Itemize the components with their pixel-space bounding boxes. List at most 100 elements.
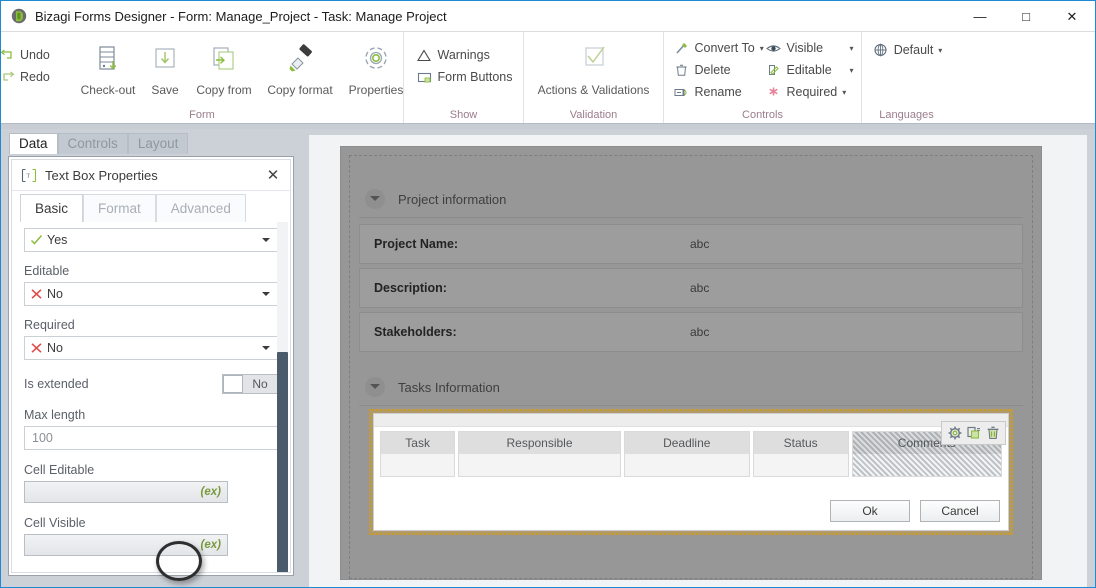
grid-column-status[interactable]: Status [752,431,849,477]
section-header[interactable]: Project information [359,181,1023,218]
grid-column-responsible[interactable]: Responsible [458,431,621,477]
chevron-down-icon[interactable]: ▾ [842,88,846,97]
properties-button[interactable]: Properties [340,36,412,97]
grid-delete-icon[interactable] [983,424,1002,442]
column-header[interactable]: Deadline [624,432,749,454]
max-length-input[interactable]: 100 [24,426,278,450]
check-out-button[interactable]: Check-out [74,36,142,97]
copy-format-label: Copy format [267,83,333,97]
convert-to-icon [672,40,692,56]
cell-editable-expression-field[interactable]: (ex) [24,481,228,503]
undo-button[interactable]: Undo [1,44,74,66]
tasks-grid[interactable]: Task Responsible Deadline Status Comment… [373,413,1009,531]
panel-scrollbar-track[interactable] [277,222,288,572]
chevron-down-icon[interactable]: ▾ [835,66,853,75]
undo-icon [1,47,17,63]
cross-red-icon [25,342,47,354]
form-row-description[interactable]: Description: abc [359,268,1023,308]
tab-format[interactable]: Format [83,194,156,222]
chevron-down-icon[interactable] [262,346,270,350]
field-required: Required No [12,318,290,360]
save-label: Save [151,83,179,97]
required-button[interactable]: Required ▾ [759,81,859,103]
cancel-button[interactable]: Cancel [920,500,1000,522]
grid-duplicate-icon[interactable] [964,424,983,442]
tab-data[interactable]: Data [9,133,58,154]
chevron-down-icon[interactable] [262,238,270,242]
editable-value: No [47,287,63,301]
window-title: Bizagi Forms Designer - Form: Manage_Pro… [35,8,447,24]
visible-combo[interactable]: Yes [24,228,278,252]
tasks-grid-selection-frame[interactable]: Task Responsible Deadline Status Comment… [369,409,1013,535]
column-cell[interactable] [459,454,620,476]
textbox-icon: T [21,168,37,182]
delete-button[interactable]: Delete [667,59,759,81]
tab-advanced[interactable]: Advanced [155,194,246,222]
editable-combo[interactable]: No [24,282,278,306]
column-cell[interactable] [852,454,1001,476]
required-combo[interactable]: No [24,336,278,360]
field-cell-editable: Cell Editable (ex) [12,463,290,503]
chevron-down-icon[interactable]: ▾ [938,46,942,55]
column-header[interactable]: Status [753,432,848,454]
form-buttons-button[interactable]: Form Buttons [409,66,517,88]
rename-button[interactable]: Rename [667,81,759,103]
expression-button-label[interactable]: (ex) [201,539,221,551]
visible-label: Visible [786,41,824,55]
close-button[interactable]: ✕ [1049,1,1095,31]
chevron-down-icon[interactable] [365,377,385,397]
actions-validations-button[interactable]: Actions & Validations [529,36,659,97]
column-header[interactable]: Responsible [459,432,620,454]
column-cell[interactable] [753,454,848,476]
tab-layout[interactable]: Layout [127,133,189,154]
copy-format-button[interactable]: Copy format [260,36,340,97]
warnings-button[interactable]: Warnings [409,44,517,66]
column-cell[interactable] [624,454,749,476]
eye-icon [764,40,784,56]
is-extended-toggle[interactable]: No [222,374,278,394]
grid-column-deadline[interactable]: Deadline [623,431,750,477]
rename-icon [672,84,692,100]
field-max-length: Max length 100 [12,408,290,450]
editable-button[interactable]: Editable ▾ [759,59,859,81]
ribbon-group-form: Undo Redo Check-out Save Copy from Copy … [1,32,403,124]
cell-visible-expression-field[interactable]: (ex) [24,534,228,556]
title-bar: Bizagi Forms Designer - Form: Manage_Pro… [1,1,1095,31]
check-out-label: Check-out [80,83,136,97]
globe-icon [871,42,891,58]
column-header[interactable]: Task [381,432,455,454]
close-icon[interactable]: ✕ [263,165,283,185]
grid-toolbar-strip [374,414,1008,427]
row-label: Project Name: [374,237,459,251]
expression-button-label[interactable]: (ex) [201,486,221,498]
form-row-stakeholders[interactable]: Stakeholders: abc [359,312,1023,352]
grid-action-buttons: Ok Cancel [820,500,1000,522]
row-label: Description: [374,281,447,295]
save-button[interactable]: Save [142,36,188,97]
checkmark-box-icon [577,41,611,81]
ok-button[interactable]: Ok [830,500,910,522]
copy-from-button[interactable]: Copy from [188,36,260,97]
convert-to-button[interactable]: Convert To ▾ [667,37,764,59]
redo-button[interactable]: Redo [1,66,74,88]
field-cell-visible-label: Cell Visible [24,516,86,530]
minimize-button[interactable]: — [957,1,1003,31]
field-cell-visible: Cell Visible (ex) [12,516,290,556]
maximize-button[interactable]: □ [1003,1,1049,31]
form-canvas: Project information Project Name: abc De… [301,129,1095,587]
grid-settings-icon[interactable] [945,424,964,442]
tab-controls[interactable]: Controls [57,133,128,154]
grid-column-task[interactable]: Task [380,431,456,477]
visible-button[interactable]: Visible ▾ [759,37,859,59]
chevron-down-icon[interactable]: ▾ [835,44,853,53]
default-language-button[interactable]: Default ▾ [866,39,948,61]
column-cell[interactable] [381,454,455,476]
chevron-down-icon[interactable] [262,292,270,296]
panel-scrollbar-thumb[interactable] [277,352,288,572]
ribbon-group-label-validation: Validation [569,109,618,121]
section-header[interactable]: Tasks Information [359,369,1023,406]
tab-basic[interactable]: Basic [20,194,84,222]
chevron-down-icon[interactable] [365,189,385,209]
form-row-project-name[interactable]: Project Name: abc [359,224,1023,264]
field-editable-label: Editable [24,264,70,278]
